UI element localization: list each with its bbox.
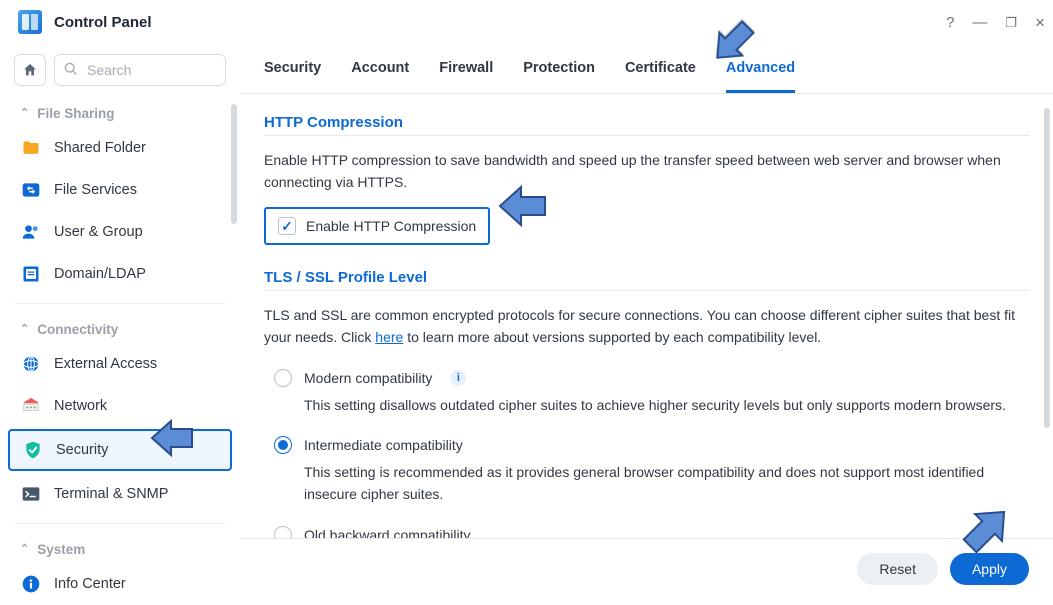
sidebar-item-external-access[interactable]: External Access [0, 343, 240, 385]
radio-icon [274, 369, 292, 387]
footer: Reset Apply [240, 538, 1053, 599]
chevron-up-icon: ⌃ [20, 106, 29, 119]
sidebar-divider [14, 523, 226, 524]
sidebar-group-label: Connectivity [37, 322, 118, 337]
section-divider [264, 290, 1029, 291]
http-compression-desc: Enable HTTP compression to save bandwidt… [264, 150, 1029, 193]
net-icon [20, 395, 42, 417]
tab-firewall[interactable]: Firewall [439, 60, 493, 93]
apply-button[interactable]: Apply [950, 553, 1029, 585]
title-bar: Control Panel ? — ❐ × [0, 0, 1053, 44]
search-icon [63, 61, 79, 77]
sidebar-item-network[interactable]: Network [0, 385, 240, 427]
tab-certificate[interactable]: Certificate [625, 60, 696, 93]
user-icon [20, 221, 42, 243]
sidebar-group-connectivity[interactable]: ⌃ Connectivity [0, 312, 240, 343]
tab-security[interactable]: Security [264, 60, 321, 93]
tab-protection[interactable]: Protection [523, 60, 595, 93]
tab-bar: Security Account Firewall Protection Certifi… [240, 44, 1053, 94]
sidebar-scrollbar[interactable] [231, 104, 237, 224]
sidebar-item-label: Domain/LDAP [54, 266, 146, 282]
close-icon[interactable]: × [1035, 14, 1045, 31]
search-field[interactable] [54, 54, 226, 86]
arrows-icon [20, 179, 42, 201]
radio-label: Modern compatibility [304, 370, 432, 386]
tls-learn-more-link[interactable]: here [375, 329, 403, 345]
sidebar-item-label: External Access [54, 356, 157, 372]
globe-icon [20, 353, 42, 375]
sidebar-item-user-group[interactable]: User & Group [0, 211, 240, 253]
tls-desc: TLS and SSL are common encrypted protoco… [264, 305, 1029, 348]
home-button[interactable] [14, 54, 46, 86]
chevron-up-icon: ⌃ [20, 322, 29, 335]
sidebar-item-domain-ldap[interactable]: Domain/LDAP [0, 253, 240, 295]
sidebar-item-label: Terminal & SNMP [54, 486, 168, 502]
sidebar-item-shared-folder[interactable]: Shared Folder [0, 127, 240, 169]
sidebar-group-label: System [37, 542, 85, 557]
sidebar-group-file-sharing[interactable]: ⌃ File Sharing [0, 96, 240, 127]
section-title-http: HTTP Compression [264, 114, 1029, 131]
sidebar-item-label: User & Group [54, 224, 143, 240]
maximize-icon[interactable]: ❐ [1005, 16, 1017, 29]
sidebar-item-label: File Services [54, 182, 137, 198]
sidebar-item-label: Security [56, 442, 108, 458]
sidebar-item-label: Info Center [54, 576, 126, 592]
window-title: Control Panel [54, 14, 152, 31]
tls-option-modern[interactable]: Modern compatibility i [264, 363, 1029, 393]
checkbox-icon [278, 217, 296, 235]
chevron-up-icon: ⌃ [20, 542, 29, 555]
content-scroll[interactable]: HTTP Compression Enable HTTP compression… [240, 94, 1053, 538]
sidebar-item-label: Shared Folder [54, 140, 146, 156]
window-controls: ? — ❐ × [946, 14, 1045, 31]
checkbox-label: Enable HTTP Compression [306, 218, 476, 234]
radio-icon [274, 526, 292, 538]
sidebar-item-security[interactable]: Security [8, 429, 232, 471]
tab-account[interactable]: Account [351, 60, 409, 93]
terminal-icon [20, 483, 42, 505]
radio-label: Old backward compatibility [304, 527, 471, 538]
app-icon [18, 10, 42, 34]
home-icon [22, 62, 38, 78]
folder-icon [20, 137, 42, 159]
book-icon [20, 263, 42, 285]
radio-label: Intermediate compatibility [304, 437, 463, 453]
info-icon [20, 573, 42, 595]
reset-button[interactable]: Reset [857, 553, 938, 585]
search-input[interactable] [54, 54, 226, 86]
sidebar-item-label: Network [54, 398, 107, 414]
shield-icon [22, 439, 44, 461]
section-divider [264, 135, 1029, 136]
content-pane: Security Account Firewall Protection Certifi… [240, 44, 1053, 599]
radio-icon [274, 436, 292, 454]
tls-option-desc: This setting is recommended as it provid… [264, 460, 1029, 519]
sidebar-group-system[interactable]: ⌃ System [0, 532, 240, 563]
tls-option-desc: This setting disallows outdated cipher s… [264, 393, 1029, 431]
enable-http-compression-checkbox[interactable]: Enable HTTP Compression [264, 207, 490, 245]
tab-advanced[interactable]: Advanced [726, 60, 795, 93]
sidebar: ⌃ File Sharing Shared Folder File Services U… [0, 44, 240, 599]
tls-option-old[interactable]: Old backward compatibility [264, 520, 1029, 538]
info-icon[interactable]: i [450, 370, 466, 386]
section-title-tls: TLS / SSL Profile Level [264, 269, 1029, 286]
sidebar-item-file-services[interactable]: File Services [0, 169, 240, 211]
minimize-icon[interactable]: — [972, 15, 987, 30]
help-icon[interactable]: ? [946, 15, 954, 30]
tls-option-intermediate[interactable]: Intermediate compatibility [264, 430, 1029, 460]
sidebar-item-terminal-snmp[interactable]: Terminal & SNMP [0, 473, 240, 515]
content-scrollbar[interactable] [1044, 108, 1050, 428]
sidebar-divider [14, 303, 226, 304]
sidebar-group-label: File Sharing [37, 106, 114, 121]
